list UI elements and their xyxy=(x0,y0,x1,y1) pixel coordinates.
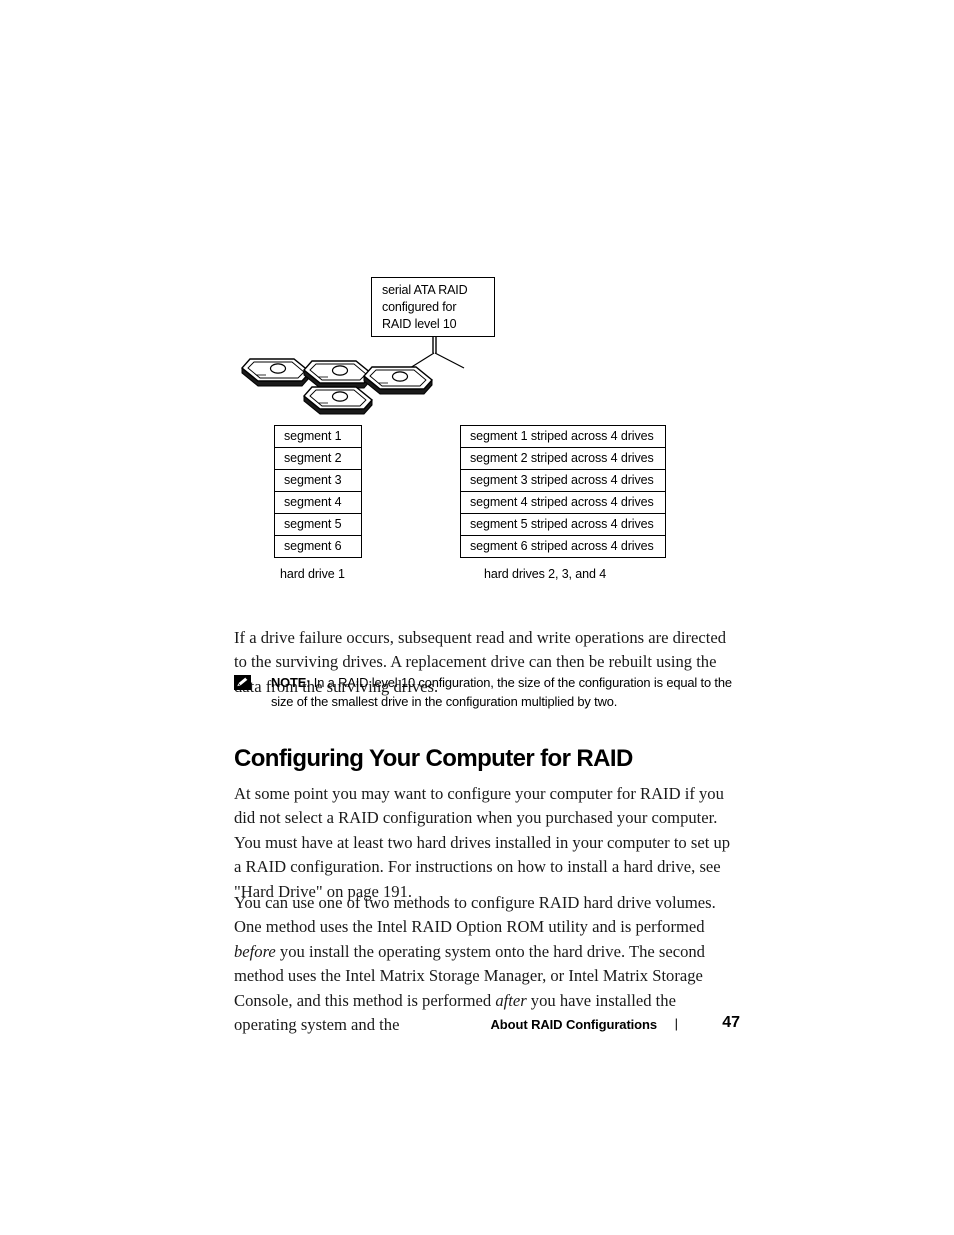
note-text-wrapper: NOTE: In a RAID level 10 configuration, … xyxy=(271,673,740,711)
segment-cell: segment 1 xyxy=(274,425,362,448)
hard-drives-234-caption: hard drives 2, 3, and 4 xyxy=(484,567,607,581)
table-row: segment 3 striped across 4 drives xyxy=(460,469,666,492)
segment-cell: segment 6 xyxy=(274,535,362,558)
hard-drive-icon-3 xyxy=(363,366,433,395)
table-row: segment 5 striped across 4 drives xyxy=(460,513,666,536)
segment-cell: segment 4 xyxy=(274,491,362,514)
hard-drive-icon-2 xyxy=(303,360,373,389)
note-label: NOTE: xyxy=(271,675,311,690)
footer-separator: | xyxy=(674,1016,678,1031)
page-title: Configuring Your Computer for RAID xyxy=(234,745,633,773)
table-row: segment 2 striped across 4 drives xyxy=(460,447,666,470)
hard-drive-icon-1 xyxy=(241,358,311,387)
methods-emphasis-after: after xyxy=(495,990,527,1010)
segment-cell: segment 3 xyxy=(274,469,362,492)
hard-drive-icons-group xyxy=(241,358,433,415)
table-row: segment 1 xyxy=(274,425,362,448)
raid-level-10-figure: serial ATA RAID configured for RAID leve… xyxy=(234,270,738,590)
segment-cell: segment 5 xyxy=(274,513,362,536)
segment-cell: segment 3 striped across 4 drives xyxy=(460,469,666,492)
note-pencil-icon xyxy=(234,675,251,690)
footer-page-number: 47 xyxy=(722,1014,740,1031)
segment-cell: segment 5 striped across 4 drives xyxy=(460,513,666,536)
note-text: In a RAID level 10 configuration, the si… xyxy=(271,675,732,709)
methods-emphasis-before: before xyxy=(234,941,276,961)
table-row: segment 4 striped across 4 drives xyxy=(460,491,666,514)
paragraph-configure-for-raid: At some point you may want to configure … xyxy=(234,783,731,901)
table-row: segment 4 xyxy=(274,491,362,514)
segment-cell: segment 1 striped across 4 drives xyxy=(460,425,666,448)
page-footer: About RAID Configurations | 47 xyxy=(234,1014,740,1037)
table-row: segment 3 xyxy=(274,469,362,492)
table-row: segment 6 striped across 4 drives xyxy=(460,535,666,558)
segment-cell: segment 4 striped across 4 drives xyxy=(460,491,666,514)
table-row: segment 6 xyxy=(274,535,362,558)
hard-drive-1-caption: hard drive 1 xyxy=(280,567,345,581)
methods-part-1: You can use one of two methods to config… xyxy=(234,892,716,937)
table-row: segment 2 xyxy=(274,447,362,470)
hard-drive-icon-4 xyxy=(303,386,373,415)
footer-section-title: About RAID Configurations xyxy=(490,1017,658,1032)
hard-drives-234-segment-table: segment 1 striped across 4 drives segmen… xyxy=(460,425,666,558)
document-page: serial ATA RAID configured for RAID leve… xyxy=(0,0,954,1235)
segment-cell: segment 2 striped across 4 drives xyxy=(460,447,666,470)
note-callout: NOTE: In a RAID level 10 configuration, … xyxy=(234,673,740,711)
serial-ata-raid-callout-box: serial ATA RAID configured for RAID leve… xyxy=(371,277,495,337)
hard-drive-1-segment-table: segment 1 segment 2 segment 3 segment 4 … xyxy=(274,425,362,558)
table-row: segment 5 xyxy=(274,513,362,536)
segment-cell: segment 6 striped across 4 drives xyxy=(460,535,666,558)
segment-cell: segment 2 xyxy=(274,447,362,470)
table-row: segment 1 striped across 4 drives xyxy=(460,425,666,448)
serial-ata-raid-callout-text: serial ATA RAID configured for RAID leve… xyxy=(382,283,468,331)
